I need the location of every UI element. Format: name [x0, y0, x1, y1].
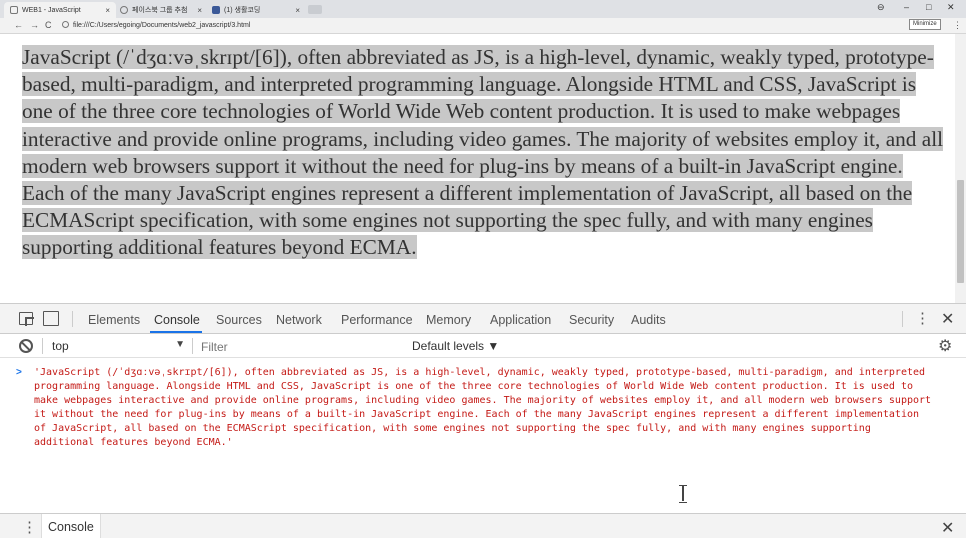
drawer-menu-icon[interactable]: ⋮ [22, 518, 37, 536]
tab-elements[interactable]: Elements [88, 313, 140, 327]
tab-sources[interactable]: Sources [216, 313, 262, 327]
divider [42, 338, 43, 354]
console-prompt-icon: > [16, 367, 22, 378]
gear-icon[interactable]: ⚙ [938, 336, 952, 356]
drawer-tab-console[interactable]: Console [41, 514, 101, 538]
tab-application[interactable]: Application [490, 313, 551, 327]
account-icon[interactable]: ⊖ [877, 2, 885, 13]
context-value: top [52, 339, 69, 353]
new-tab-button[interactable] [308, 5, 322, 14]
address-bar: ← → C file:///C:/Users/egoing/Documents/… [0, 18, 966, 34]
tab-close-icon[interactable]: × [295, 6, 300, 15]
divider [902, 311, 903, 327]
minimize-button[interactable]: – [904, 2, 909, 12]
paragraph-text: JavaScript (/ˈdʒɑːvəˌskrɪpt/[6]), often … [22, 45, 944, 260]
text-cursor-icon [679, 485, 687, 503]
maximize-button[interactable]: □ [926, 2, 931, 12]
tab-close-icon[interactable]: × [105, 6, 110, 15]
tab-network[interactable]: Network [276, 313, 322, 327]
tab-console[interactable]: Console [154, 313, 200, 327]
console-output[interactable]: > 'JavaScript (/ˈdʒɑːvəˌskrɪpt/[6]), oft… [0, 362, 966, 512]
page-viewport: JavaScript (/ˈdʒɑːvəˌskrɪpt/[6]), often … [0, 34, 955, 303]
github-icon [120, 6, 128, 14]
chevron-down-icon: ▼ [175, 339, 185, 350]
page-icon [10, 6, 18, 14]
devtools-tab-bar: Elements Console Sources Network Perform… [0, 304, 966, 334]
tab-title: 페이스북 그룹 추첨 [132, 7, 188, 14]
tab-performance[interactable]: Performance [341, 313, 413, 327]
forward-button[interactable]: → [30, 20, 39, 30]
page-scrollbar-thumb[interactable] [957, 180, 964, 283]
console-toolbar: top ▼ Default levels ▼ ⚙ [0, 334, 966, 358]
drawer-close-icon[interactable]: ✕ [941, 518, 954, 538]
tab-close-icon[interactable]: × [197, 6, 202, 15]
console-input[interactable]: 'JavaScript (/ˈdʒɑːvəˌskrɪpt/[6]), often… [34, 366, 934, 450]
inspect-element-icon[interactable] [19, 312, 34, 326]
browser-tab-web1[interactable]: WEB1 - JavaScript × [4, 2, 116, 18]
console-drawer: ⋮ Console ✕ [0, 513, 966, 538]
log-levels-select[interactable]: Default levels ▼ [412, 339, 499, 353]
browser-tab-bar: WEB1 - JavaScript × 페이스북 그룹 추첨 × (1) 생활코… [0, 0, 966, 18]
reload-button[interactable]: C [45, 20, 52, 30]
clear-console-icon[interactable] [19, 339, 33, 353]
device-toolbar-icon[interactable] [43, 311, 59, 326]
devtools-menu-icon[interactable]: ⋮ [915, 309, 930, 327]
context-select[interactable]: top ▼ [52, 339, 185, 353]
selected-paragraph: JavaScript (/ˈdʒɑːvəˌskrɪpt/[6]), often … [22, 44, 947, 262]
active-tab-indicator [150, 331, 202, 333]
tab-audits[interactable]: Audits [631, 313, 666, 327]
filter-input[interactable] [199, 338, 399, 355]
divider [192, 338, 193, 354]
devtools-close-icon[interactable]: ✕ [941, 309, 954, 329]
back-button[interactable]: ← [14, 20, 23, 30]
browser-tab-opentutorials[interactable]: (1) 생활코딩 × [206, 2, 306, 18]
minimize-tooltip: Minimize [909, 19, 941, 30]
tab-memory[interactable]: Memory [426, 313, 471, 327]
tab-security[interactable]: Security [569, 313, 614, 327]
url-text: file:///C:/Users/egoing/Documents/web2_j… [73, 22, 251, 29]
url-field[interactable]: file:///C:/Users/egoing/Documents/web2_j… [62, 21, 250, 29]
divider [72, 311, 73, 327]
info-icon[interactable] [62, 21, 69, 28]
browser-menu-icon[interactable]: ⋮ [953, 20, 962, 31]
facebook-icon [212, 6, 220, 14]
tab-title: (1) 생활코딩 [224, 7, 261, 14]
tab-title: WEB1 - JavaScript [22, 6, 81, 14]
close-window-button[interactable]: ✕ [947, 2, 955, 13]
browser-tab-facebook[interactable]: 페이스북 그룹 추첨 × [114, 2, 208, 18]
devtools-panel: Elements Console Sources Network Perform… [0, 303, 966, 538]
